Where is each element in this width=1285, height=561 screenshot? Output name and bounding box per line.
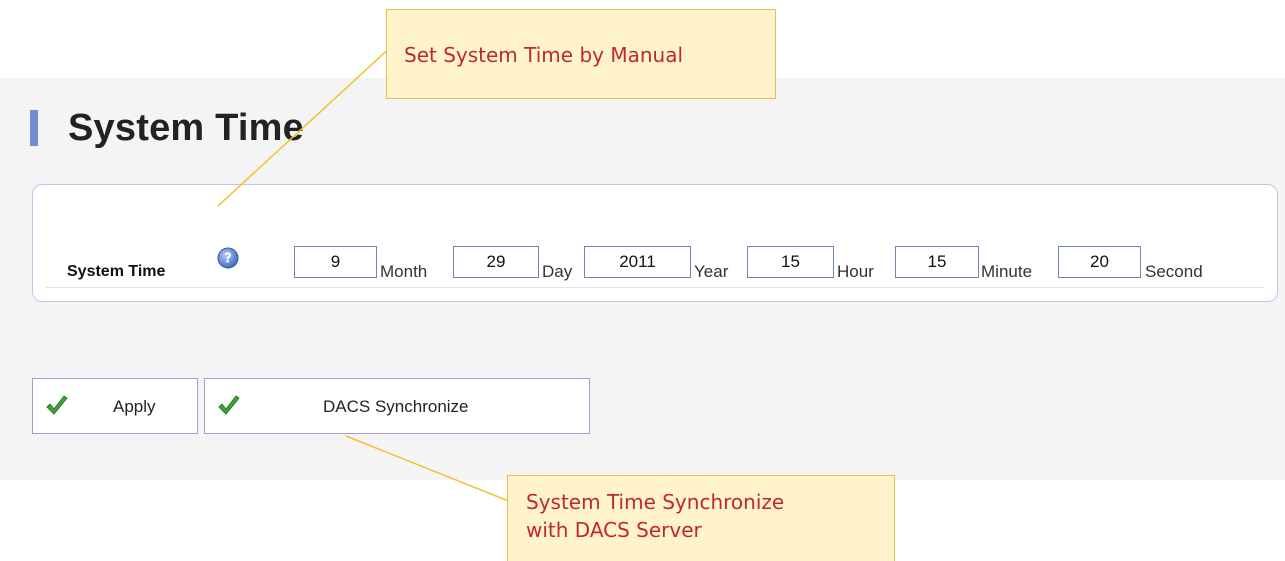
dacs-callout-line2: with DACS Server	[526, 518, 702, 542]
page-title: System Time	[68, 107, 304, 149]
hour-unit-label: Hour	[837, 262, 874, 281]
apply-button-label: Apply	[113, 397, 156, 416]
manual-callout: Set System Time by Manual	[386, 9, 776, 99]
apply-button[interactable]: Apply	[32, 378, 198, 434]
title-accent-bar	[30, 110, 38, 146]
green-check-icon	[217, 395, 241, 417]
stage: System Time System Time ? Month Day Year…	[0, 0, 1285, 561]
minute-unit-label: Minute	[981, 262, 1033, 281]
settings-divider	[46, 287, 1264, 288]
day-input[interactable]	[453, 246, 539, 278]
system-time-settings-box	[32, 184, 1278, 302]
month-input[interactable]	[294, 246, 377, 278]
question-circle-icon[interactable]: ?	[217, 247, 239, 269]
year-input[interactable]	[584, 246, 691, 278]
dacs-callout: System Time Synchronize with DACS Server	[507, 475, 895, 561]
manual-callout-text: Set System Time by Manual	[404, 43, 684, 67]
svg-text:?: ?	[224, 252, 232, 267]
minute-input[interactable]	[895, 246, 979, 278]
day-unit-label: Day	[542, 262, 573, 281]
second-unit-label: Second	[1145, 262, 1203, 281]
dacs-callout-line1: System Time Synchronize	[526, 490, 785, 514]
dacs-synchronize-button-label: DACS Synchronize	[323, 397, 469, 416]
month-unit-label: Month	[380, 262, 428, 281]
hour-input[interactable]	[747, 246, 834, 278]
dacs-synchronize-button[interactable]: DACS Synchronize	[204, 378, 590, 434]
system-time-label: System Time	[67, 263, 166, 280]
year-unit-label: Year	[694, 262, 729, 281]
green-check-icon	[45, 395, 69, 417]
second-input[interactable]	[1058, 246, 1141, 278]
